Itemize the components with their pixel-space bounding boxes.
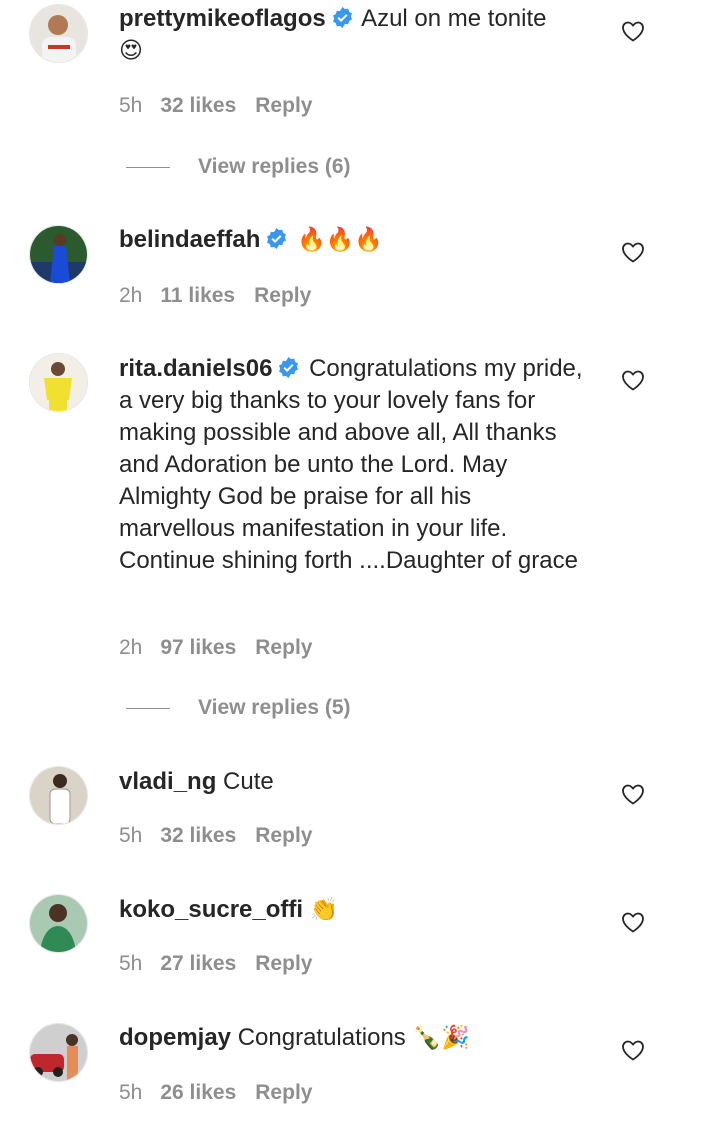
comment-time: 5h: [119, 1081, 143, 1104]
comment-meta: 5h 26 likes Reply: [119, 1081, 312, 1105]
heart-outline-icon: [622, 784, 644, 805]
comment-meta: 2h 11 likes Reply: [119, 284, 311, 308]
heart-outline-icon: [622, 912, 644, 933]
avatar[interactable]: [29, 4, 88, 63]
reply-button[interactable]: Reply: [254, 284, 311, 307]
comment-text: koko_sucre_offi 👏: [119, 894, 589, 926]
comment-meta: 5h 27 likes Reply: [119, 952, 312, 976]
username[interactable]: koko_sucre_offi: [119, 896, 303, 923]
comment-meta: 2h 97 likes Reply: [119, 636, 312, 660]
divider-line: [126, 707, 170, 709]
comment-text: rita.daniels06 Congratulations my pride,…: [119, 353, 589, 577]
username[interactable]: vladi_ng: [119, 768, 216, 795]
comment-text: belindaeffah 🔥🔥🔥: [119, 224, 589, 256]
username[interactable]: rita.daniels06: [119, 355, 272, 382]
reply-button[interactable]: Reply: [255, 1081, 312, 1104]
comment-text: dopemjay Congratulations 🍾🎉: [119, 1022, 589, 1054]
username[interactable]: belindaeffah: [119, 226, 260, 253]
comment-time: 2h: [119, 284, 143, 307]
like-button[interactable]: [621, 783, 645, 805]
like-button[interactable]: [621, 1039, 645, 1061]
comment-likes[interactable]: 32 likes: [160, 94, 236, 117]
comment-text: prettymikeoflagos Azul on me tonite 😍: [119, 3, 589, 67]
comment-text: vladi_ng Cute: [119, 766, 589, 798]
view-replies-button[interactable]: View replies (6): [126, 155, 351, 179]
comment-likes[interactable]: 97 likes: [160, 636, 236, 659]
comment-message: Azul on me tonite: [361, 5, 547, 32]
emoji: 😍: [119, 38, 143, 64]
view-replies-label: View replies (5): [198, 696, 351, 719]
comment-meta: 5h 32 likes Reply: [119, 94, 312, 118]
avatar[interactable]: [29, 353, 88, 412]
avatar[interactable]: [29, 894, 88, 953]
like-button[interactable]: [621, 369, 645, 391]
comment-message: Cute: [223, 768, 274, 795]
comment-message: Congratulations: [237, 1024, 406, 1051]
comment-message: Congratulations my pride, a very big tha…: [119, 355, 583, 574]
emoji: 🍾🎉: [412, 1025, 470, 1051]
username[interactable]: dopemjay: [119, 1024, 231, 1051]
reply-button[interactable]: Reply: [255, 952, 312, 975]
heart-outline-icon: [622, 242, 644, 263]
like-button[interactable]: [621, 241, 645, 263]
avatar[interactable]: [29, 225, 88, 284]
heart-outline-icon: [622, 21, 644, 42]
comment-time: 5h: [119, 94, 143, 117]
comment-likes[interactable]: 26 likes: [160, 1081, 236, 1104]
reply-button[interactable]: Reply: [255, 636, 312, 659]
heart-outline-icon: [622, 1040, 644, 1061]
emoji: 🔥🔥🔥: [297, 227, 383, 253]
comment-likes[interactable]: 32 likes: [160, 824, 236, 847]
like-button[interactable]: [621, 20, 645, 42]
comment-time: 5h: [119, 824, 143, 847]
avatar[interactable]: [29, 766, 88, 825]
comment-likes[interactable]: 27 likes: [160, 952, 236, 975]
verified-badge-icon: [279, 356, 299, 379]
verified-badge-icon: [332, 6, 352, 29]
comment-meta: 5h 32 likes Reply: [119, 824, 312, 848]
view-replies-button[interactable]: View replies (5): [126, 696, 351, 720]
like-button[interactable]: [621, 911, 645, 933]
username[interactable]: prettymikeoflagos: [119, 5, 326, 32]
emoji: 👏: [309, 897, 339, 923]
divider-line: [126, 166, 170, 168]
avatar[interactable]: [29, 1023, 88, 1082]
heart-outline-icon: [622, 370, 644, 391]
verified-badge-icon: [267, 227, 287, 250]
comment-time: 5h: [119, 952, 143, 975]
comment-likes[interactable]: 11 likes: [160, 284, 235, 307]
reply-button[interactable]: Reply: [255, 94, 312, 117]
view-replies-label: View replies (6): [198, 155, 351, 178]
reply-button[interactable]: Reply: [255, 824, 312, 847]
comment-time: 2h: [119, 636, 143, 659]
